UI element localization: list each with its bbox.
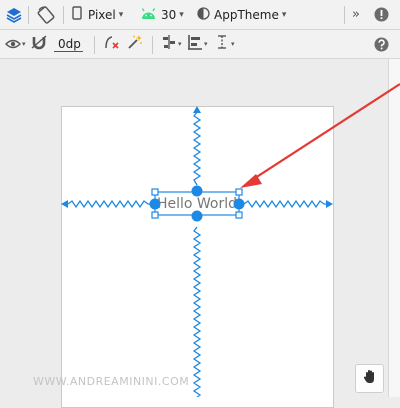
- hand-icon: [363, 369, 377, 388]
- left-anchor-handle: [149, 198, 161, 210]
- top-anchor-handle: [191, 185, 203, 197]
- anchor-overlay: [149, 83, 400, 222]
- bottom-anchor-handle: [191, 210, 203, 222]
- watermark-text: WWW.ANDREAMININI.COM: [33, 375, 190, 388]
- annotation-arrow-shaft: [251, 83, 400, 181]
- pan-button[interactable]: [355, 364, 384, 393]
- right-anchor-handle: [233, 198, 245, 210]
